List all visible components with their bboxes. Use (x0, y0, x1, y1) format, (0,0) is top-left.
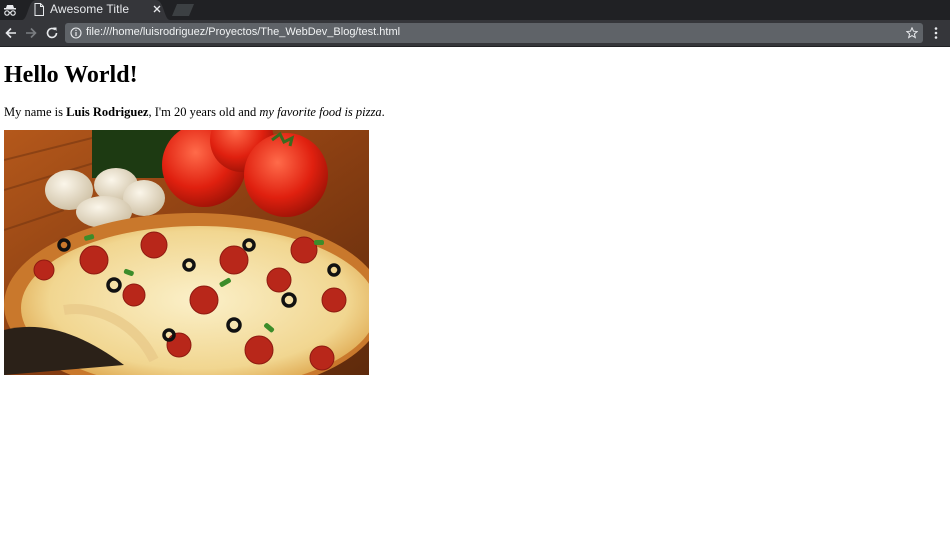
tab-active[interactable]: Awesome Title (22, 0, 170, 20)
pizza-image (4, 130, 369, 375)
forward-icon[interactable] (24, 26, 38, 40)
info-icon[interactable] (70, 27, 82, 39)
address-bar[interactable]: file:///home/luisrodriguez/Proyectos/The… (65, 23, 923, 43)
url-text[interactable]: file:///home/luisrodriguez/Proyectos/The… (86, 26, 400, 38)
intro-suffix: . (381, 105, 385, 119)
page-content: Hello World! My name is Luis Rodriguez, … (0, 47, 950, 543)
new-tab-icon[interactable] (172, 4, 194, 16)
menu-icon[interactable] (933, 26, 939, 40)
author-name: Luis Rodriguez (66, 105, 149, 119)
intro-paragraph: My name is Luis Rodriguez, I'm 20 years … (4, 104, 385, 120)
tab-strip: Awesome Title (0, 0, 950, 20)
favorite-food-phrase: my favorite food is pizza (259, 105, 382, 119)
star-icon[interactable] (906, 27, 918, 39)
page-icon (34, 3, 44, 16)
tab-title: Awesome Title (50, 2, 130, 16)
page-heading: Hello World! (4, 62, 138, 88)
reload-icon[interactable] (45, 26, 59, 40)
close-icon[interactable] (151, 3, 163, 15)
intro-prefix: My name is (4, 105, 67, 119)
back-icon[interactable] (4, 26, 18, 40)
browser-toolbar: file:///home/luisrodriguez/Proyectos/The… (0, 20, 950, 46)
intro-middle: , I'm 20 years old and (148, 105, 260, 119)
incognito-icon (4, 5, 16, 16)
